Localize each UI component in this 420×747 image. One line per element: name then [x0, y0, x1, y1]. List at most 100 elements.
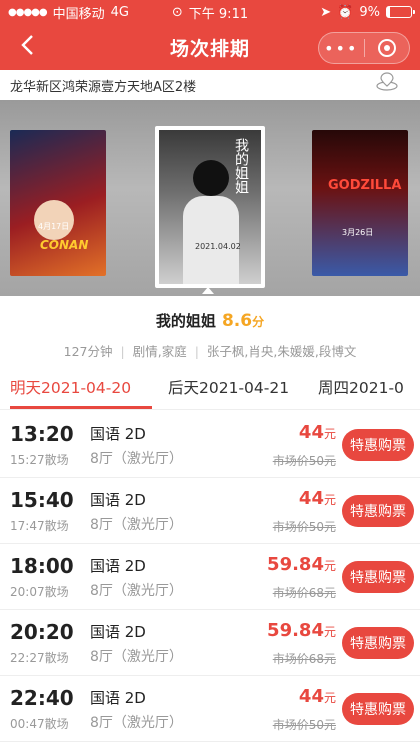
showtime-row[interactable]: 20:20 22:27散场 国语 2D 8厅（激光厅） 59.84元 市场价68元 特惠购票: [0, 610, 420, 676]
market-price: 市场价68元: [272, 586, 336, 600]
more-dots-icon: •••: [324, 38, 359, 58]
show-start-time: 18:00: [10, 554, 74, 578]
show-price: 44元: [299, 422, 336, 443]
buy-ticket-button[interactable]: 特惠购票: [342, 693, 414, 725]
show-end-time: 22:27散场: [10, 651, 69, 665]
divider: |: [120, 344, 125, 359]
location-icon: ➤: [320, 4, 332, 20]
date-tabs: 明天2021-04-20 后天2021-04-21 周四2021-0: [0, 368, 420, 410]
poster-art: [183, 196, 239, 284]
poster-art: [193, 160, 229, 196]
poster-my-sister-selected[interactable]: 我的姐姐 2021.04.02: [155, 126, 265, 288]
show-language: 国语 2D: [90, 425, 146, 443]
movie-info: 我的姐姐 8.6分 127分钟 | 剧情,家庭 | 张子枫,肖央,朱媛媛,段博文: [0, 296, 420, 364]
price-value: 44: [298, 686, 324, 707]
signal-icon: ●●●●●: [8, 6, 48, 18]
tab-date-2[interactable]: 周四2021-0: [318, 376, 404, 398]
show-hall: 8厅（激光厅）: [90, 517, 183, 533]
market-price: 市场价50元: [272, 718, 336, 732]
movie-cast: 张子枫,肖央,朱媛媛,段博文: [206, 344, 357, 359]
show-price: 59.84元: [267, 620, 336, 641]
poster-carousel[interactable]: 4月17日 CONAN 我的姐姐 2021.04.02 GODZILLA 3月2…: [0, 100, 420, 296]
chevron-left-icon: [21, 35, 33, 55]
price-unit: 元: [323, 559, 336, 573]
poster-detective-conan[interactable]: 4月17日 CONAN: [10, 130, 106, 276]
poster-title: 我的姐姐: [233, 138, 249, 194]
poster-date: 4月17日: [38, 222, 70, 231]
show-language: 国语 2D: [90, 491, 146, 509]
poster-godzilla[interactable]: GODZILLA 3月26日: [312, 130, 408, 276]
show-price: 59.84元: [267, 554, 336, 575]
showtime-row[interactable]: 22:40 00:47散场 国语 2D 8厅（激光厅） 44元市场价50元 特惠购票: [0, 676, 420, 742]
show-start-time: 15:40: [10, 488, 74, 512]
show-start-time: 13:20: [10, 422, 74, 446]
show-language: 国语 2D: [90, 623, 146, 641]
buy-ticket-button[interactable]: 特惠购票: [342, 429, 414, 461]
divider: |: [194, 344, 199, 359]
score-value: 8.6: [221, 311, 253, 331]
back-button[interactable]: [12, 30, 42, 60]
score-unit: 分: [252, 315, 265, 329]
show-hall: 8厅（激光厅）: [90, 451, 183, 467]
price-value: 59.84: [267, 554, 324, 575]
showtime-row[interactable]: 13:20 15:27散场 国语 2D 8厅（激光厅） 44元市场价50元 特惠购票: [0, 412, 420, 478]
showtime-row[interactable]: 18:00 20:07散场 国语 2D 8厅（激光厅） 59.84元市场价68元 特惠购票: [0, 544, 420, 610]
lock-rotation-icon: ⊙: [171, 4, 183, 20]
show-language: 国语 2D: [90, 689, 146, 707]
battery-icon: [386, 6, 415, 18]
price-unit: 元: [323, 427, 336, 441]
cinema-address-bar[interactable]: 龙华新区鸿荣源壹方天地A区2楼: [0, 70, 420, 100]
poster-art: [34, 200, 74, 240]
price-unit: 元: [323, 691, 336, 705]
poster-date: 2021.04.02: [195, 242, 241, 251]
tab-date-1[interactable]: 后天2021-04-21: [168, 376, 289, 398]
market-price: 市场价50元: [272, 454, 336, 468]
cinema-address: 龙华新区鸿荣源壹方天地A区2楼: [10, 79, 197, 95]
buy-ticket-button[interactable]: 特惠购票: [342, 561, 414, 593]
close-mini-program-button[interactable]: [365, 39, 410, 57]
tab-date-0[interactable]: 明天2021-04-20: [10, 376, 131, 398]
show-end-time: 00:47散场: [10, 717, 69, 731]
market-price: 市场价50元: [272, 520, 336, 534]
status-bar: ●●●●● 中国移动 4G ⊙ 下午 9:11 ➤ ⏰ 9%: [0, 0, 420, 24]
target-close-icon: [377, 39, 396, 57]
poster-date: 3月26日: [342, 228, 374, 237]
mini-program-capsule: •••: [318, 32, 410, 64]
poster-logo: CONAN: [40, 238, 89, 252]
movie-score: 8.6分: [222, 311, 264, 331]
show-end-time: 17:47散场: [10, 519, 69, 533]
price-value: 59.84: [267, 620, 324, 641]
price-value: 44: [298, 422, 324, 443]
network-label: 4G: [110, 4, 130, 20]
show-hall: 8厅（激光厅）: [90, 649, 183, 665]
carrier-label: 中国移动: [52, 6, 105, 22]
price-unit: 元: [323, 493, 336, 507]
show-end-time: 20:07散场: [10, 585, 69, 599]
show-price: 44元: [299, 488, 336, 509]
poster-logo: GODZILLA: [328, 178, 402, 193]
movie-duration: 127分钟: [63, 344, 113, 359]
show-hall: 8厅（激光厅）: [90, 715, 183, 731]
show-end-time: 15:27散场: [10, 453, 69, 467]
more-button[interactable]: •••: [319, 39, 364, 58]
showtime-list: 13:20 15:27散场 国语 2D 8厅（激光厅） 44元 市场价50元 特惠购票 15:…: [0, 412, 420, 742]
movie-title: 我的姐姐: [155, 312, 216, 330]
price-unit: 元: [323, 625, 336, 639]
price-value: 44: [298, 488, 324, 509]
buy-ticket-button[interactable]: 特惠购票: [342, 627, 414, 659]
buy-ticket-button[interactable]: 特惠购票: [342, 495, 414, 527]
market-price: 市场价68元: [272, 652, 336, 666]
alarm-icon: ⏰: [337, 4, 354, 20]
map-location-button[interactable]: [374, 70, 400, 92]
battery-label: 9%: [359, 4, 380, 20]
movie-genre: 剧情,家庭: [132, 344, 187, 359]
page-title: 场次排期: [169, 37, 250, 60]
show-start-time: 22:40: [10, 686, 74, 710]
clock-label: 下午 9:11: [188, 6, 249, 22]
active-tab-indicator: [10, 406, 152, 409]
show-hall: 8厅（激光厅）: [90, 583, 183, 599]
show-language: 国语 2D: [90, 557, 146, 575]
showtime-row[interactable]: 15:40 17:47散场 国语 2D 8厅（激光厅） 44元市场价50元 特惠购票: [0, 478, 420, 544]
show-price: 44元: [299, 686, 336, 707]
selected-poster-pointer: [202, 287, 214, 294]
